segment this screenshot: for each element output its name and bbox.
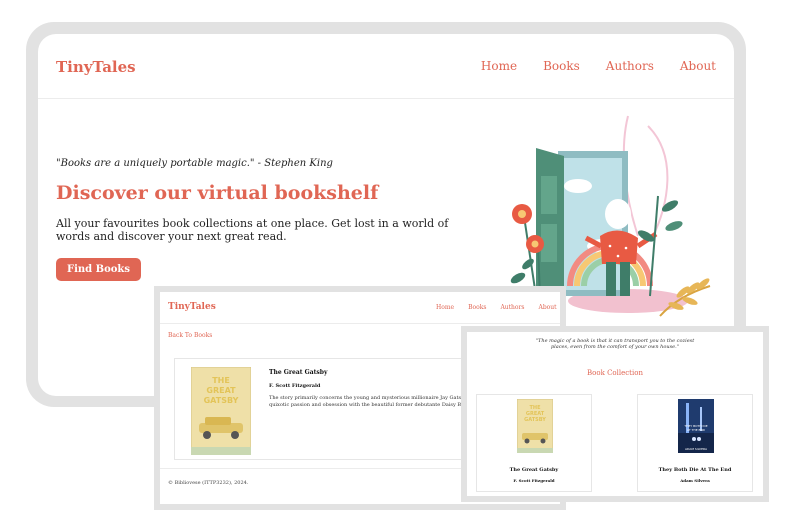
nav-home[interactable]: Home	[481, 59, 517, 73]
brand-logo-small[interactable]: TinyTales	[168, 302, 216, 312]
collection-window: "The magic of a book is that it can tran…	[467, 332, 763, 496]
book-card[interactable]: THEY BOTH DIE AT THE END ADAM SILVERA Th…	[637, 394, 753, 492]
nav-authors[interactable]: Authors	[606, 59, 654, 73]
hero-title: Discover our virtual bookshelf	[56, 182, 379, 204]
brand-logo[interactable]: TinyTales	[56, 58, 136, 76]
hero-quote: "Books are a uniquely portable magic." -…	[56, 158, 333, 169]
book-author: F. Scott Fitzgerald	[513, 478, 555, 483]
book-cover-image: THE GREAT GATSBY	[517, 399, 553, 453]
collection-quote: "The magic of a book is that it can tran…	[535, 338, 695, 350]
book-title: The Great Gatsby	[509, 467, 559, 473]
cover-title-bottom: GATSBY	[524, 417, 546, 423]
book-author: F. Scott Fitzgerald	[269, 383, 321, 389]
book-title: The Great Gatsby	[269, 369, 328, 376]
nav-about[interactable]: About	[539, 304, 557, 311]
book-card[interactable]: THE GREAT GATSBY The Great Gatsby F. Sco…	[476, 394, 592, 492]
hero-description: All your favourites book collections at …	[56, 217, 449, 243]
cover-title-bottom: GATSBY	[204, 396, 239, 405]
nav-authors[interactable]: Authors	[500, 304, 524, 311]
detail-nav: Home Books Authors About	[436, 304, 557, 311]
cover-title-mid: GREAT	[206, 386, 236, 395]
nav-home[interactable]: Home	[436, 304, 454, 311]
nav-books[interactable]: Books	[468, 304, 486, 311]
book-cover-image: THE GREAT GATSBY	[191, 367, 251, 455]
book-cover-image: THEY BOTH DIE AT THE END ADAM SILVERA	[678, 399, 714, 453]
footer-copyright: © Bibliovese (ITTP3232), 2024.	[168, 480, 249, 486]
back-to-books-link[interactable]: Back To Books	[168, 332, 212, 339]
main-nav: Home Books Authors About	[481, 59, 716, 73]
cover-author: ADAM SILVERA	[685, 447, 708, 451]
find-books-button[interactable]: Find Books	[56, 258, 141, 281]
book-author: Adam Silvera	[680, 478, 710, 483]
header-divider	[160, 323, 560, 324]
nav-books[interactable]: Books	[543, 59, 580, 73]
book-detail-card: THE GREAT GATSBY The Great Gatsby F. Sco…	[174, 358, 487, 460]
book-description: The story primarily concerns the young a…	[269, 395, 488, 408]
nav-about[interactable]: About	[680, 59, 716, 73]
book-title: They Both Die At The End	[658, 467, 732, 473]
collection-heading: Book Collection	[587, 369, 643, 377]
cover-title-2: AT THE END	[687, 428, 706, 432]
cover-title-top: THE	[212, 376, 230, 385]
